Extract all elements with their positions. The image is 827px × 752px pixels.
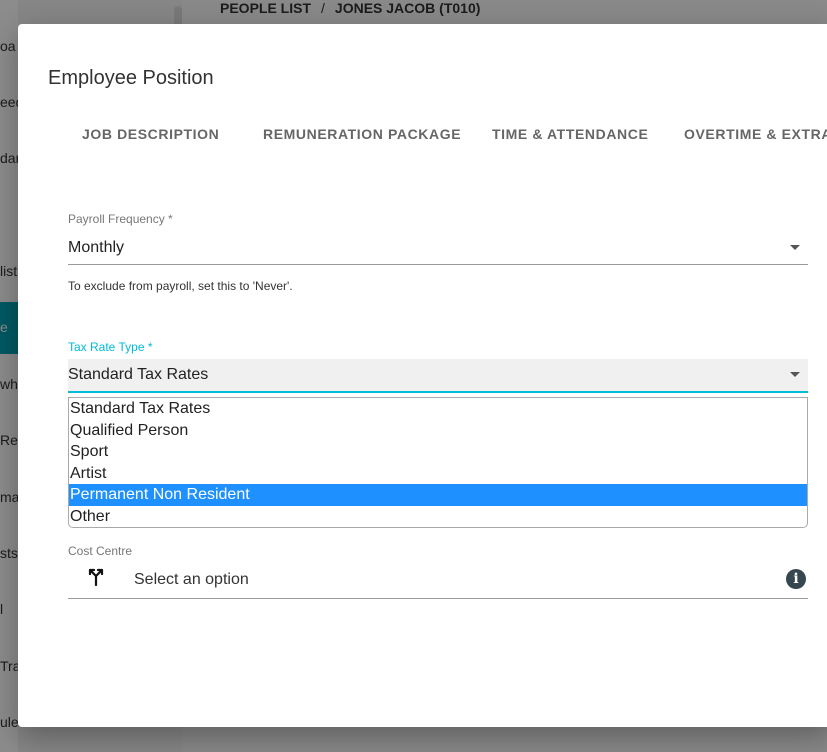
- employee-position-dialog: Employee Position JOB DESCRIPTION REMUNE…: [18, 24, 827, 727]
- split-arrow-icon: [88, 568, 104, 586]
- dropdown-option[interactable]: Qualified Person: [69, 420, 807, 442]
- tab-job-description[interactable]: JOB DESCRIPTION: [82, 126, 219, 142]
- tax-rate-type-field: Tax Rate Type * Standard Tax Rates: [68, 340, 808, 393]
- tax-rate-type-dropdown: Standard Tax Rates Qualified Person Spor…: [68, 397, 808, 528]
- dialog-title: Employee Position: [48, 67, 214, 89]
- tax-rate-type-value: Standard Tax Rates: [68, 366, 209, 383]
- chevron-down-icon: [790, 245, 800, 250]
- cost-centre-select[interactable]: Select an option i: [68, 560, 808, 599]
- dropdown-option[interactable]: Artist: [69, 463, 807, 485]
- chevron-down-icon: [790, 372, 800, 377]
- payroll-frequency-hint: To exclude from payroll, set this to 'Ne…: [68, 279, 293, 293]
- tax-rate-type-select[interactable]: Standard Tax Rates: [68, 359, 808, 393]
- payroll-frequency-field: Payroll Frequency * Monthly To exclude f…: [68, 212, 808, 293]
- dropdown-option[interactable]: Standard Tax Rates: [69, 398, 807, 420]
- tab-overtime-extra[interactable]: OVERTIME & EXTRA: [684, 126, 827, 142]
- dropdown-option[interactable]: Other: [69, 506, 807, 528]
- cost-centre-label: Cost Centre: [68, 544, 133, 558]
- tab-time-attendance[interactable]: TIME & ATTENDANCE: [492, 126, 648, 142]
- tab-remuneration-package[interactable]: REMUNERATION PACKAGE: [263, 126, 461, 142]
- payroll-frequency-label: Payroll Frequency *: [68, 212, 173, 226]
- dropdown-option-highlighted[interactable]: Permanent Non Resident: [69, 484, 807, 506]
- cost-centre-field: Cost Centre Select an option i: [68, 544, 808, 599]
- dropdown-option[interactable]: Sport: [69, 441, 807, 463]
- info-icon[interactable]: i: [786, 569, 806, 589]
- payroll-frequency-value: Monthly: [68, 239, 125, 256]
- tax-rate-type-label: Tax Rate Type *: [68, 340, 153, 354]
- payroll-frequency-select[interactable]: Monthly: [68, 232, 808, 265]
- cost-centre-placeholder: Select an option: [134, 571, 249, 588]
